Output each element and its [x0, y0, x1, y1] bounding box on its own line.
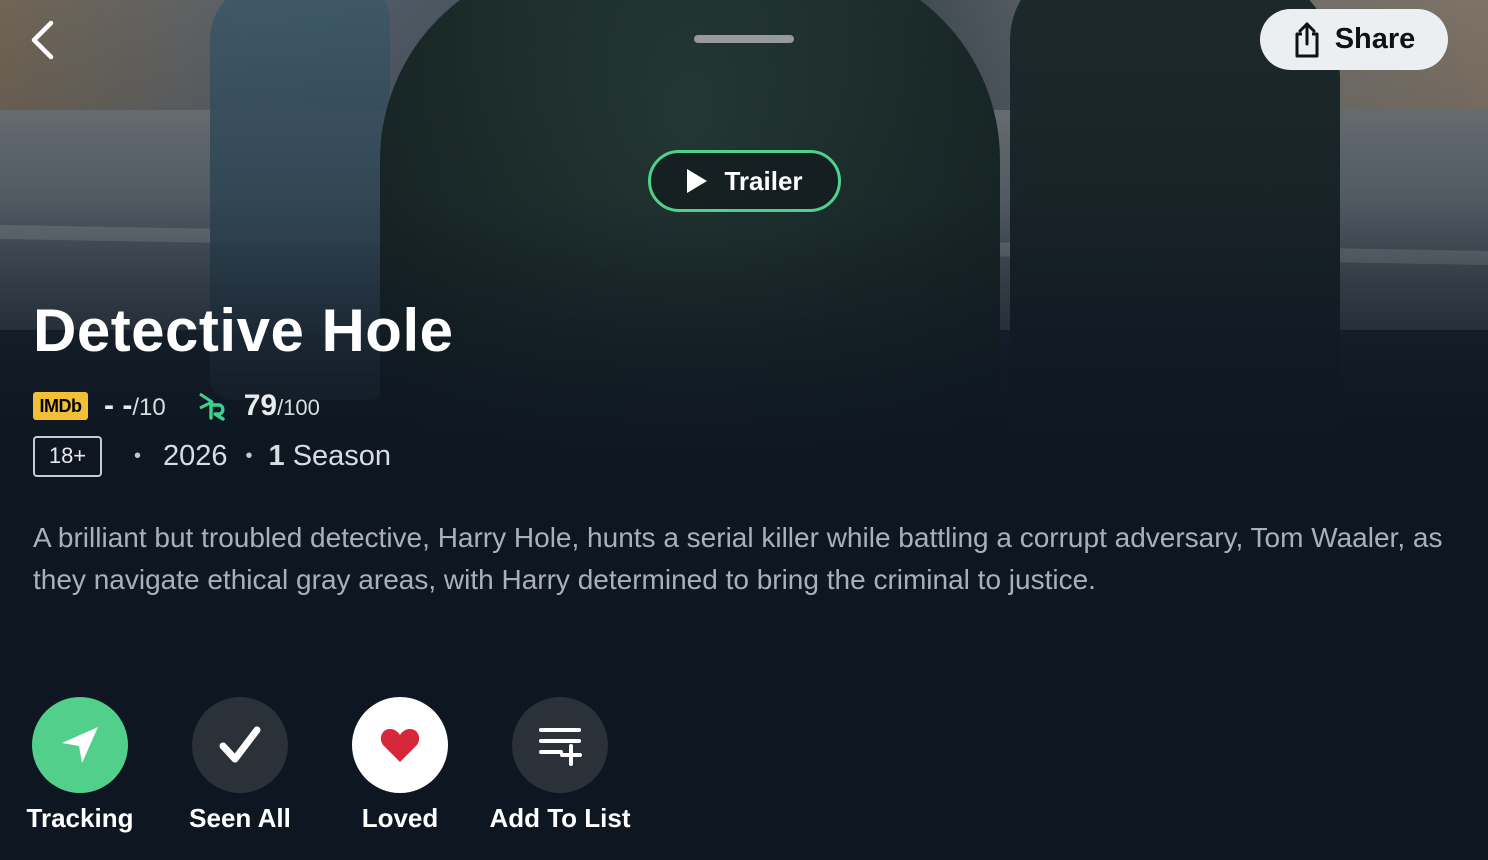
loved-button[interactable]: Loved: [320, 697, 480, 847]
loved-circle: [352, 697, 448, 793]
sheet-grabber[interactable]: [694, 35, 794, 43]
season-count: 1: [268, 439, 285, 472]
imdb-score-value: - -: [104, 389, 133, 422]
imdb-score-scale: /10: [132, 394, 166, 421]
share-label: Share: [1334, 23, 1416, 55]
tracking-circle: [32, 697, 128, 793]
reelgood-logo: [198, 392, 225, 421]
seen-all-label: Seen All: [189, 803, 291, 833]
play-icon: [687, 169, 708, 193]
heart-icon: [380, 729, 420, 762]
tracking-button[interactable]: Tracking: [0, 697, 160, 847]
reelgood-score-value: 79: [243, 389, 278, 422]
separator-dot: •: [134, 444, 142, 467]
imdb-score: - -/10: [104, 389, 166, 423]
reelgood-score-scale: /100: [277, 395, 320, 420]
meta-row: 18+ • 2026 • 1 Season: [33, 435, 392, 477]
checkmark-icon: [219, 726, 261, 763]
add-to-list-label: Add To List: [489, 803, 631, 833]
release-year: 2026: [163, 439, 228, 472]
separator-dot: •: [245, 444, 253, 467]
paper-plane-icon: [62, 727, 98, 763]
tracking-label: Tracking: [26, 803, 134, 833]
show-description: A brilliant but troubled detective, Harr…: [33, 522, 1443, 595]
age-rating-badge: 18+: [33, 435, 102, 477]
backdrop-fade: [0, 0, 1488, 500]
trailer-label: Trailer: [724, 165, 803, 196]
reelgood-score: 79/100: [244, 389, 320, 423]
season-label: Season: [292, 439, 392, 472]
action-bar: Tracking Seen All Loved Add To List: [0, 697, 700, 847]
share-button[interactable]: Share: [1260, 9, 1448, 70]
imdb-logo: IMDb: [33, 392, 88, 420]
seen-all-button[interactable]: Seen All: [160, 697, 320, 847]
back-button[interactable]: [22, 18, 62, 62]
trailer-button[interactable]: Trailer: [648, 150, 841, 212]
show-title: Detective Hole: [33, 297, 454, 364]
add-to-list-circle: [512, 697, 608, 793]
add-to-list-button[interactable]: Add To List: [480, 697, 640, 847]
loved-label: Loved: [361, 803, 439, 833]
add-to-list-icon: [539, 728, 582, 766]
hero-backdrop: [0, 0, 1488, 500]
seen-all-circle: [192, 697, 288, 793]
ratings-row: IMDb - -/10 79/100: [33, 388, 320, 424]
share-icon: [1295, 22, 1319, 57]
chevron-left-icon: [31, 20, 54, 60]
